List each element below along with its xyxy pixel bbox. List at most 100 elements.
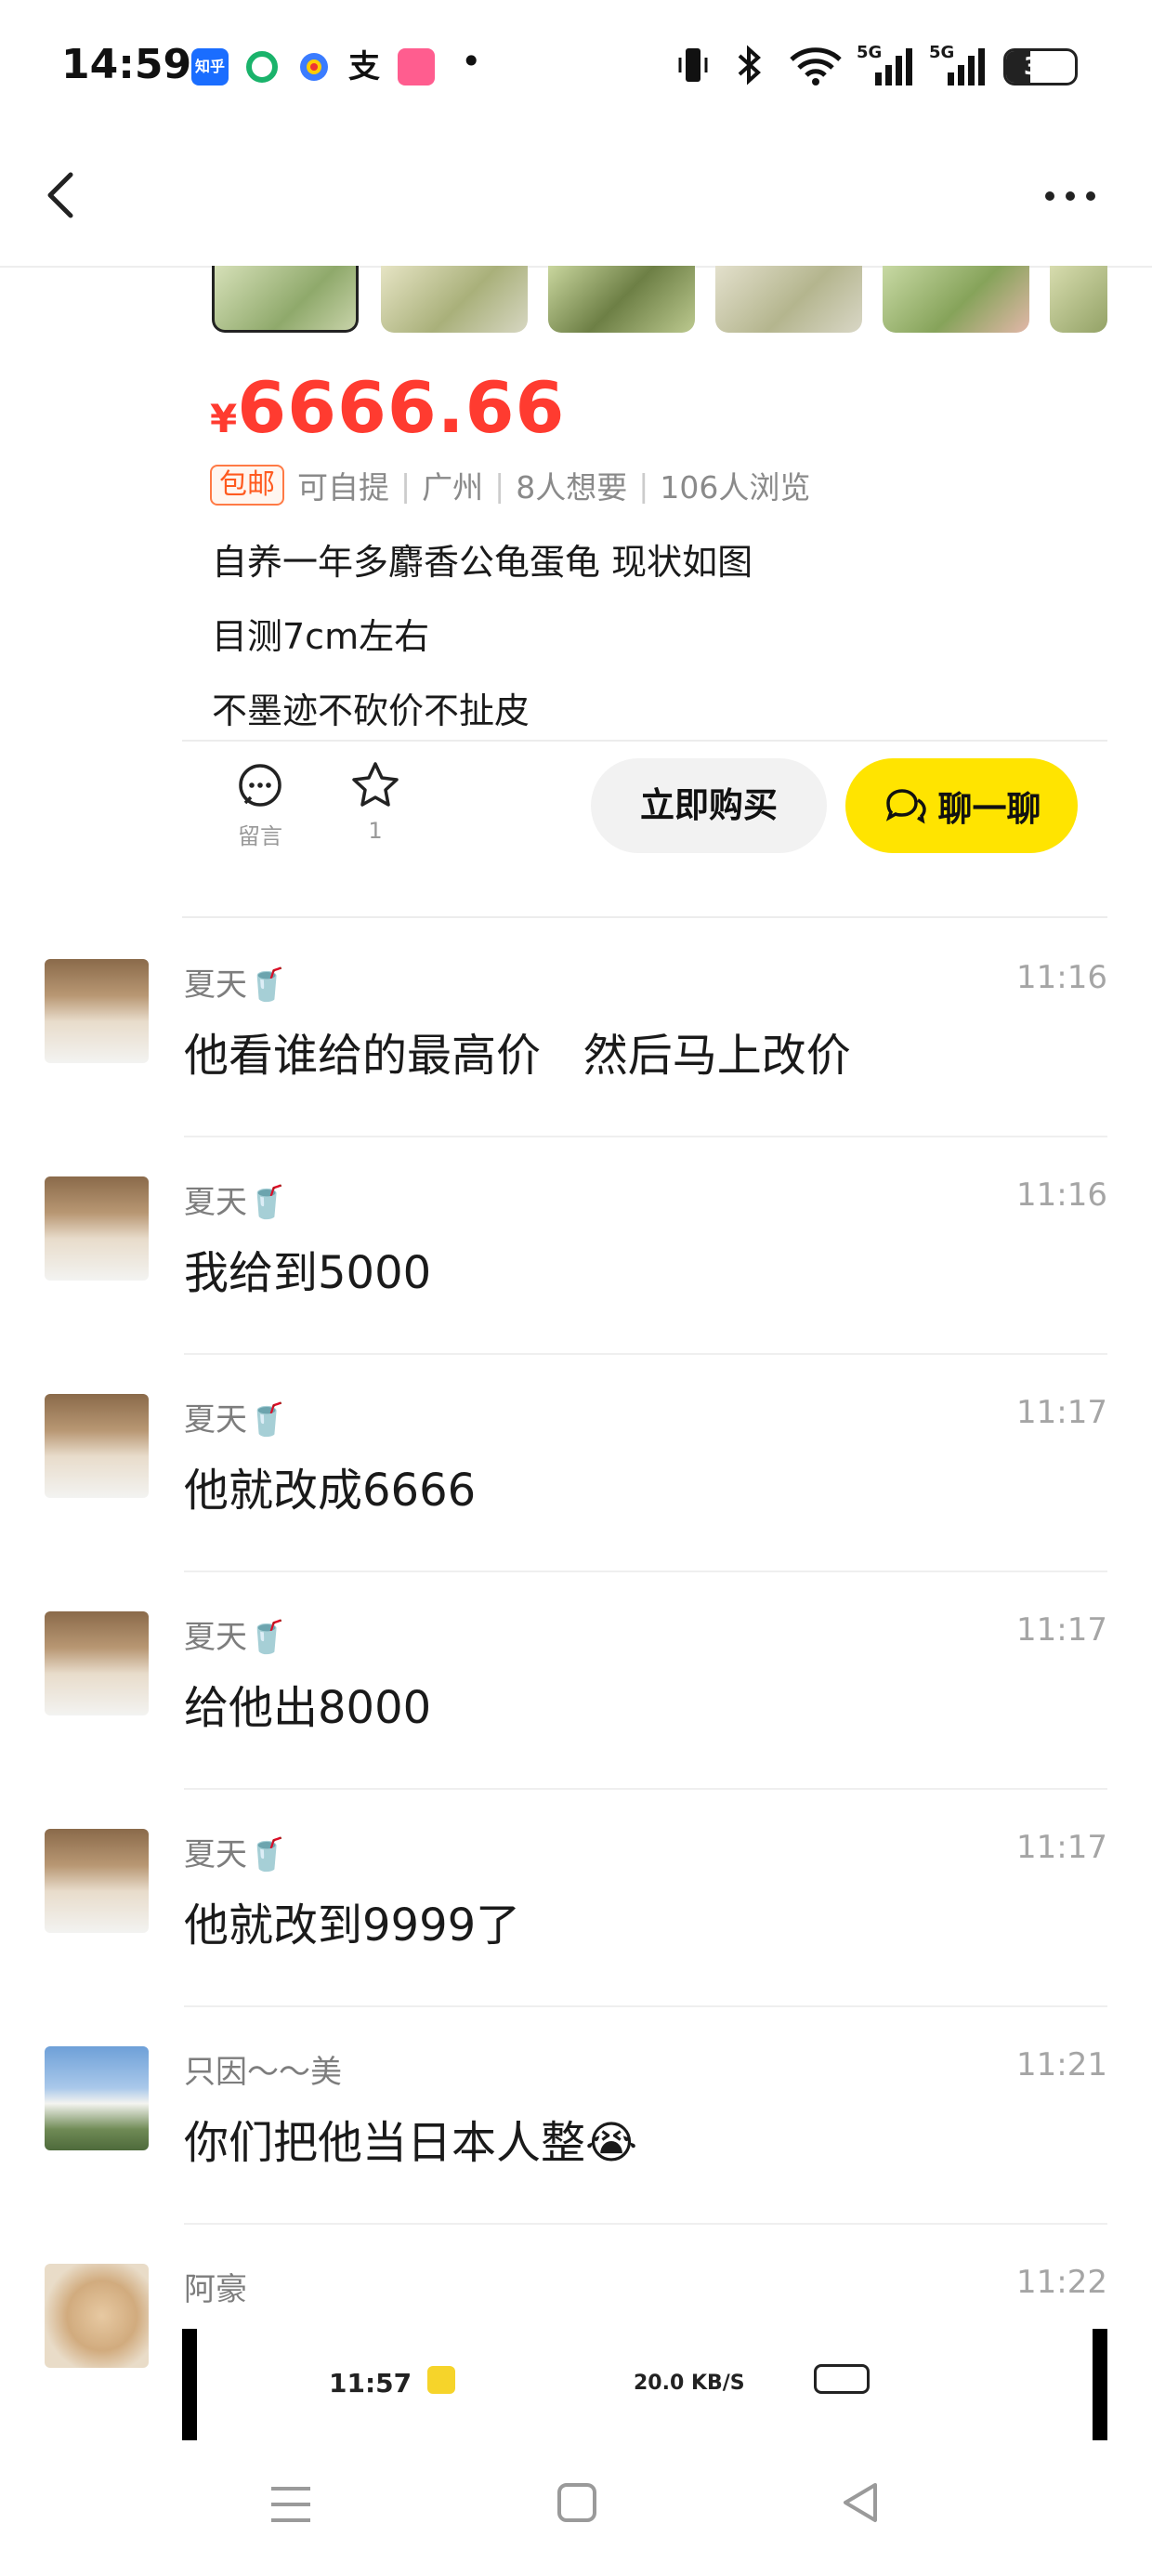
avatar[interactable] [45, 959, 149, 1063]
comment-author[interactable]: 夏天🥤 [184, 959, 286, 1005]
status-time: 14:59 [61, 41, 192, 88]
comment-item[interactable]: 夏天🥤 11:17 给他出8000 [0, 1572, 1152, 1790]
comment-time: 11:16 [1016, 1176, 1107, 1214]
meta-views: 106人浏览 [660, 469, 811, 506]
comment-time: 11:21 [1016, 2046, 1107, 2083]
product-thumbnail[interactable] [883, 266, 1029, 333]
comment-time: 11:17 [1016, 1829, 1107, 1866]
top-nav-bar [0, 130, 1152, 268]
zhihu-app-icon: 知乎 [191, 48, 229, 85]
network-label-2: 5G [929, 43, 955, 62]
meta-separator: | [638, 467, 649, 504]
comment-item[interactable]: 夏天🥤 11:16 我给到5000 [0, 1137, 1152, 1355]
star-icon [352, 762, 399, 807]
comment-bubble-icon [239, 764, 281, 807]
alipay-app-icon: 支 [346, 48, 383, 85]
buy-now-button[interactable]: 立即购买 [591, 758, 827, 853]
description-line-1: 自养一年多麝香公龟蛋龟 现状如图 [212, 542, 753, 583]
status-bar: 14:59 知乎 支 • 5G 5G 35 [0, 0, 1152, 130]
description-line-2: 目测7cm左右 [212, 616, 430, 657]
network-label-1: 5G [857, 43, 883, 62]
avatar[interactable] [45, 1611, 149, 1715]
actions-divider [182, 916, 1107, 918]
meta-wants: 8人想要 [516, 469, 628, 506]
avatar[interactable] [45, 1394, 149, 1498]
comment-author[interactable]: 只因～～美 [184, 2046, 342, 2092]
comment-time: 11:22 [1016, 2264, 1107, 2301]
chevron-left-icon [47, 172, 73, 218]
comment-author[interactable]: 夏天🥤 [184, 1176, 286, 1222]
back-nav-button[interactable] [838, 2479, 884, 2526]
comment-time: 11:17 [1016, 1611, 1107, 1649]
back-button[interactable] [37, 167, 93, 223]
comment-item[interactable]: 夏天🥤 11:17 他就改成6666 [0, 1355, 1152, 1572]
product-thumbnail-selected[interactable] [212, 266, 359, 333]
battery-text: 35 [1023, 53, 1058, 81]
strip-time: 11:57 [329, 2368, 412, 2399]
avatar[interactable] [45, 2046, 149, 2150]
product-thumbnail[interactable] [381, 266, 528, 333]
chat-button-label: 聊一聊 [937, 789, 1041, 829]
comment-author[interactable]: 阿豪 [184, 2264, 247, 2309]
comment-time: 11:17 [1016, 1394, 1107, 1431]
meta-separator: | [400, 467, 412, 504]
comment-text: 他就改到9999了 [184, 1899, 521, 1952]
product-thumbnail[interactable] [715, 266, 862, 333]
embedded-screenshot-strip: 11:57 20.0 KB/S [182, 2329, 1107, 2440]
comment-text: 他就改成6666 [184, 1465, 477, 1517]
avatar[interactable] [45, 2264, 149, 2368]
product-price: ¥6666.66 [210, 366, 565, 449]
strip-status: 20.0 KB/S [634, 2372, 745, 2395]
meta-location: 广州 [422, 469, 484, 506]
currency-symbol: ¥ [210, 396, 238, 441]
comment-text: 我给到5000 [184, 1247, 432, 1299]
system-navigation-bar [0, 2453, 1152, 2576]
product-thumbnail[interactable] [1050, 266, 1107, 333]
price-value: 6666.66 [237, 366, 566, 449]
comment-item[interactable]: 阿豪 11:22 [0, 2225, 1152, 2368]
notification-dot-icon: • [461, 41, 482, 82]
comment-time: 11:16 [1016, 959, 1107, 996]
comment-text: 他看谁给的最高价 然后马上改价 [184, 1030, 851, 1082]
product-thumbnail[interactable] [548, 266, 695, 333]
comment-author[interactable]: 夏天🥤 [184, 1394, 286, 1439]
home-button[interactable] [556, 2481, 598, 2524]
strip-app-icon [427, 2366, 455, 2394]
chat-button[interactable]: 聊一聊 [845, 758, 1078, 853]
strip-right-edge [1093, 2329, 1107, 2440]
description-divider [182, 740, 1107, 742]
comment-text: 给他出8000 [184, 1682, 432, 1734]
meta-separator: | [494, 467, 505, 504]
comment-action[interactable]: 留言 [223, 762, 297, 850]
favorite-action[interactable]: 1 [338, 760, 412, 844]
bluetooth-icon [732, 45, 766, 94]
battery-icon: 35 [1003, 48, 1078, 85]
menu-button[interactable] [268, 2481, 314, 2528]
strip-battery-icon [814, 2364, 870, 2394]
square-home-icon [557, 2483, 596, 2522]
camera-app-icon [295, 48, 333, 85]
wechat-pay-app-icon [243, 48, 281, 85]
avatar[interactable] [45, 1829, 149, 1933]
description-line-3: 不墨迹不砍价不扯皮 [212, 690, 530, 731]
favorite-count: 1 [368, 818, 383, 844]
comment-item[interactable]: 只因～～美 11:21 你们把他当日本人整😭 [0, 2007, 1152, 2225]
product-meta: 包邮 可自提 | 广州 | 8人想要 | 106人浏览 [210, 463, 810, 507]
comment-item[interactable]: 夏天🥤 11:16 他看谁给的最高价 然后马上改价 [0, 920, 1152, 1137]
chat-bubbles-icon [885, 789, 926, 824]
more-horizontal-icon [1045, 191, 1095, 201]
comment-author[interactable]: 夏天🥤 [184, 1829, 286, 1874]
comment-action-label: 留言 [238, 823, 282, 849]
lala-app-icon [398, 48, 435, 85]
vibrate-icon [676, 45, 710, 94]
free-shipping-badge: 包邮 [210, 465, 284, 506]
wifi-icon [788, 45, 844, 94]
comment-item[interactable]: 夏天🥤 11:17 他就改到9999了 [0, 1790, 1152, 2007]
avatar[interactable] [45, 1176, 149, 1281]
hamburger-icon [271, 2487, 310, 2522]
comment-text: 你们把他当日本人整😭 [184, 2117, 638, 2169]
comment-author[interactable]: 夏天🥤 [184, 1611, 286, 1657]
strip-left-edge [182, 2329, 197, 2440]
more-button[interactable] [1042, 182, 1098, 210]
meta-pickup: 可自提 [297, 469, 389, 506]
